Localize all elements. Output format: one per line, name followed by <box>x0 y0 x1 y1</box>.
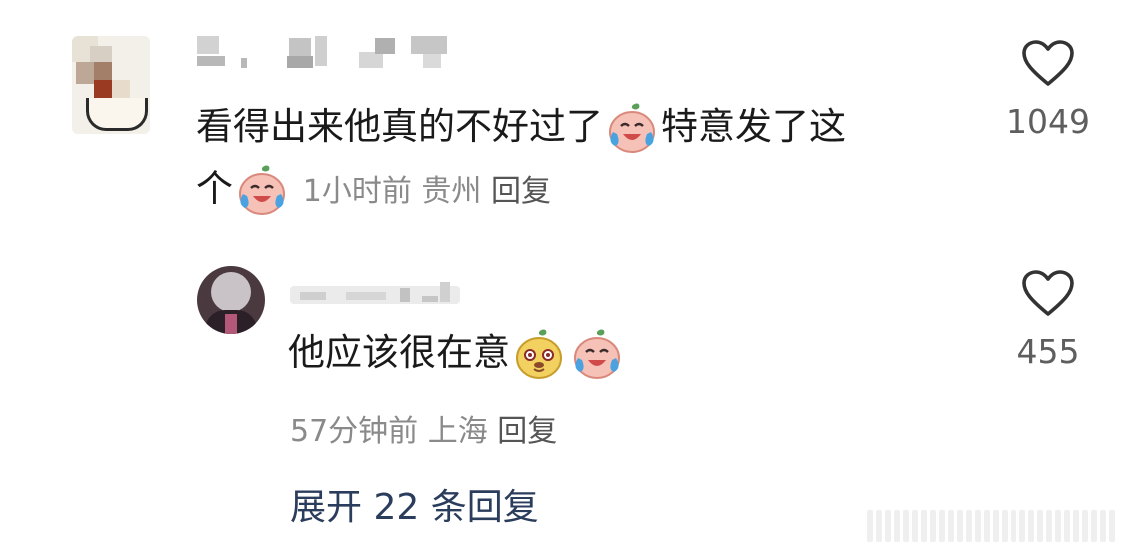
comment-meta: 57分钟前 上海 回复 <box>290 406 557 450</box>
comment-text-part: 特意发了这 <box>661 105 846 148</box>
like-button[interactable]: 1049 <box>1000 40 1096 141</box>
comment-location: 上海 <box>427 414 488 449</box>
avatar[interactable] <box>197 266 265 334</box>
comment-meta: 1小时前 贵州 回复 <box>303 174 551 209</box>
comment-time: 57分钟前 <box>290 414 419 449</box>
heart-icon <box>1022 40 1074 86</box>
comment-time: 1小时前 <box>302 174 412 209</box>
expand-replies-link[interactable]: 展开 22 条回复 <box>290 478 539 530</box>
laughing-crying-emoji-icon <box>574 329 620 379</box>
smug-dog-emoji-icon <box>516 329 562 379</box>
like-count: 1049 <box>1006 102 1090 141</box>
comment-location: 贵州 <box>421 174 482 209</box>
reply-button[interactable]: 回复 <box>497 414 557 449</box>
laughing-crying-emoji-icon <box>609 103 655 153</box>
username[interactable] <box>197 36 457 70</box>
comment-text-part: 他应该很在意 <box>288 331 510 374</box>
reply-button[interactable]: 回复 <box>491 174 551 209</box>
comment-text-part: 看得出来他真的不好过了 <box>196 105 603 148</box>
comment-text: 看得出来他真的不好过了 特意发了这 个 1小时前 贵州 回复 <box>196 96 956 223</box>
avatar[interactable] <box>72 36 150 134</box>
comment-text-part: 个 <box>196 167 233 210</box>
like-count: 455 <box>1016 332 1080 371</box>
like-button[interactable]: 455 <box>1000 270 1096 371</box>
username[interactable] <box>290 270 470 304</box>
heart-icon <box>1022 270 1074 316</box>
reply-comment-text: 他应该很在意 <box>288 322 888 384</box>
laughing-crying-emoji-icon <box>239 165 285 215</box>
watermark <box>867 507 1116 545</box>
